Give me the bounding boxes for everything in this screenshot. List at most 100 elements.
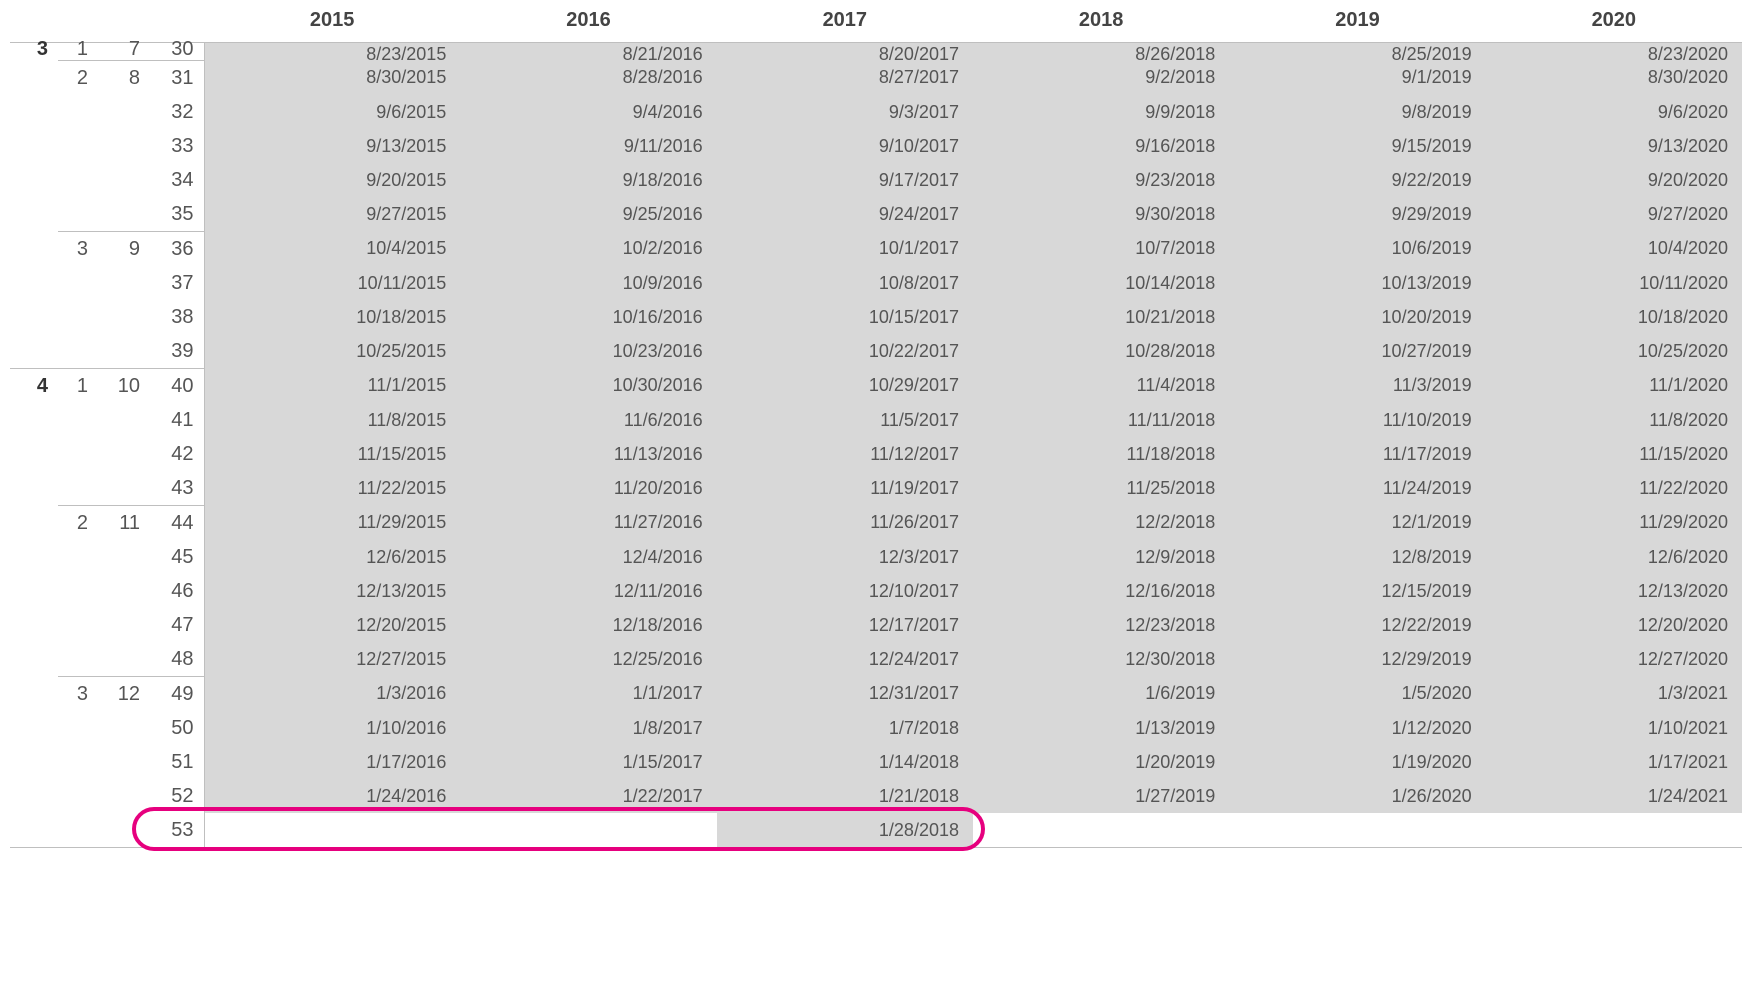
data-cell[interactable]: 10/27/2019 — [1229, 334, 1485, 369]
col-header[interactable]: 2017 — [717, 0, 973, 42]
data-cell[interactable]: 10/30/2016 — [460, 368, 716, 403]
data-cell[interactable]: 12/24/2017 — [717, 642, 973, 677]
data-cell[interactable]: 1/14/2018 — [717, 745, 973, 779]
row-header-level-3[interactable] — [98, 300, 150, 334]
data-cell[interactable]: 9/16/2018 — [973, 129, 1229, 163]
row-header-level-4[interactable]: 39 — [150, 334, 204, 369]
row-header-level-4[interactable]: 49 — [150, 676, 204, 711]
data-cell[interactable]: 8/25/2019 — [1229, 42, 1485, 60]
row-header-level-1[interactable] — [10, 300, 58, 334]
data-cell[interactable]: 8/21/2016 — [460, 42, 716, 60]
data-cell[interactable] — [1229, 813, 1485, 848]
data-cell[interactable]: 9/25/2016 — [460, 197, 716, 232]
row-header-level-4[interactable]: 33 — [150, 129, 204, 163]
data-cell[interactable]: 11/3/2019 — [1229, 368, 1485, 403]
data-cell[interactable]: 12/20/2015 — [204, 608, 460, 642]
data-cell[interactable]: 9/3/2017 — [717, 95, 973, 129]
row-header-level-1[interactable] — [10, 95, 58, 129]
row-header-level-2[interactable] — [58, 574, 98, 608]
data-cell[interactable] — [973, 813, 1229, 848]
row-header-level-3[interactable] — [98, 266, 150, 300]
row-header-level-1[interactable] — [10, 574, 58, 608]
data-cell[interactable]: 1/24/2016 — [204, 779, 460, 813]
data-cell[interactable]: 1/15/2017 — [460, 745, 716, 779]
data-cell[interactable]: 1/3/2021 — [1486, 676, 1742, 711]
col-header[interactable]: 2016 — [460, 0, 716, 42]
row-header-level-1[interactable] — [10, 231, 58, 266]
data-cell[interactable]: 12/31/2017 — [717, 676, 973, 711]
row-header-level-1[interactable] — [10, 608, 58, 642]
row-header-level-3[interactable] — [98, 437, 150, 471]
row-header-level-3[interactable] — [98, 471, 150, 506]
col-header[interactable]: 2018 — [973, 0, 1229, 42]
data-cell[interactable]: 12/11/2016 — [460, 574, 716, 608]
row-header-level-3[interactable] — [98, 711, 150, 745]
data-cell[interactable]: 11/27/2016 — [460, 505, 716, 540]
data-cell[interactable]: 1/28/2018 — [717, 813, 973, 848]
data-cell[interactable]: 9/15/2019 — [1229, 129, 1485, 163]
row-header-level-3[interactable] — [98, 608, 150, 642]
col-header[interactable]: 2020 — [1486, 0, 1742, 42]
data-cell[interactable]: 10/16/2016 — [460, 300, 716, 334]
row-header-level-1[interactable] — [10, 642, 58, 677]
data-cell[interactable]: 9/9/2018 — [973, 95, 1229, 129]
data-cell[interactable]: 11/5/2017 — [717, 403, 973, 437]
row-header-level-1[interactable] — [10, 163, 58, 197]
row-header-level-2[interactable] — [58, 540, 98, 574]
data-cell[interactable] — [460, 813, 716, 848]
data-cell[interactable]: 11/8/2015 — [204, 403, 460, 437]
data-cell[interactable]: 1/24/2021 — [1486, 779, 1742, 813]
data-cell[interactable]: 1/19/2020 — [1229, 745, 1485, 779]
data-cell[interactable]: 11/22/2015 — [204, 471, 460, 506]
row-header-level-1[interactable] — [10, 676, 58, 711]
row-header-level-4[interactable]: 46 — [150, 574, 204, 608]
data-cell[interactable]: 1/20/2019 — [973, 745, 1229, 779]
row-header-level-2[interactable]: 1 — [58, 368, 98, 403]
data-cell[interactable]: 11/11/2018 — [973, 403, 1229, 437]
data-cell[interactable]: 11/4/2018 — [973, 368, 1229, 403]
data-cell[interactable]: 11/25/2018 — [973, 471, 1229, 506]
row-header-level-4[interactable]: 47 — [150, 608, 204, 642]
row-header-level-3[interactable]: 9 — [98, 231, 150, 266]
data-cell[interactable]: 12/16/2018 — [973, 574, 1229, 608]
data-cell[interactable]: 10/21/2018 — [973, 300, 1229, 334]
row-header-level-4[interactable]: 43 — [150, 471, 204, 506]
row-header-level-3[interactable]: 10 — [98, 368, 150, 403]
data-cell[interactable]: 1/1/2017 — [460, 676, 716, 711]
data-cell[interactable]: 8/23/2015 — [204, 42, 460, 60]
row-header-level-3[interactable] — [98, 95, 150, 129]
data-cell[interactable]: 11/29/2015 — [204, 505, 460, 540]
data-cell[interactable]: 12/6/2020 — [1486, 540, 1742, 574]
row-header-level-1[interactable]: 3 — [10, 42, 58, 60]
row-header-level-4[interactable]: 53 — [150, 813, 204, 848]
row-header-level-2[interactable] — [58, 471, 98, 506]
row-header-level-4[interactable]: 31 — [150, 60, 204, 95]
data-cell[interactable]: 9/1/2019 — [1229, 60, 1485, 95]
row-header-level-1[interactable] — [10, 197, 58, 232]
data-cell[interactable]: 9/17/2017 — [717, 163, 973, 197]
data-cell[interactable]: 12/17/2017 — [717, 608, 973, 642]
data-cell[interactable]: 10/9/2016 — [460, 266, 716, 300]
data-cell[interactable] — [1486, 813, 1742, 848]
data-cell[interactable]: 1/5/2020 — [1229, 676, 1485, 711]
data-cell[interactable]: 9/13/2015 — [204, 129, 460, 163]
data-cell[interactable]: 10/7/2018 — [973, 231, 1229, 266]
data-cell[interactable]: 10/20/2019 — [1229, 300, 1485, 334]
row-header-level-4[interactable]: 40 — [150, 368, 204, 403]
row-header-level-4[interactable]: 45 — [150, 540, 204, 574]
data-cell[interactable]: 11/26/2017 — [717, 505, 973, 540]
data-cell[interactable]: 10/22/2017 — [717, 334, 973, 369]
data-cell[interactable]: 11/22/2020 — [1486, 471, 1742, 506]
row-header-level-4[interactable]: 36 — [150, 231, 204, 266]
data-cell[interactable]: 12/25/2016 — [460, 642, 716, 677]
data-cell[interactable]: 11/1/2015 — [204, 368, 460, 403]
data-cell[interactable]: 12/1/2019 — [1229, 505, 1485, 540]
row-header-level-3[interactable] — [98, 813, 150, 848]
col-header[interactable]: 2019 — [1229, 0, 1485, 42]
data-cell[interactable]: 8/20/2017 — [717, 42, 973, 60]
data-cell[interactable]: 1/12/2020 — [1229, 711, 1485, 745]
data-cell[interactable]: 10/28/2018 — [973, 334, 1229, 369]
row-header-level-2[interactable] — [58, 813, 98, 848]
row-header-level-2[interactable] — [58, 745, 98, 779]
row-header-level-2[interactable] — [58, 711, 98, 745]
